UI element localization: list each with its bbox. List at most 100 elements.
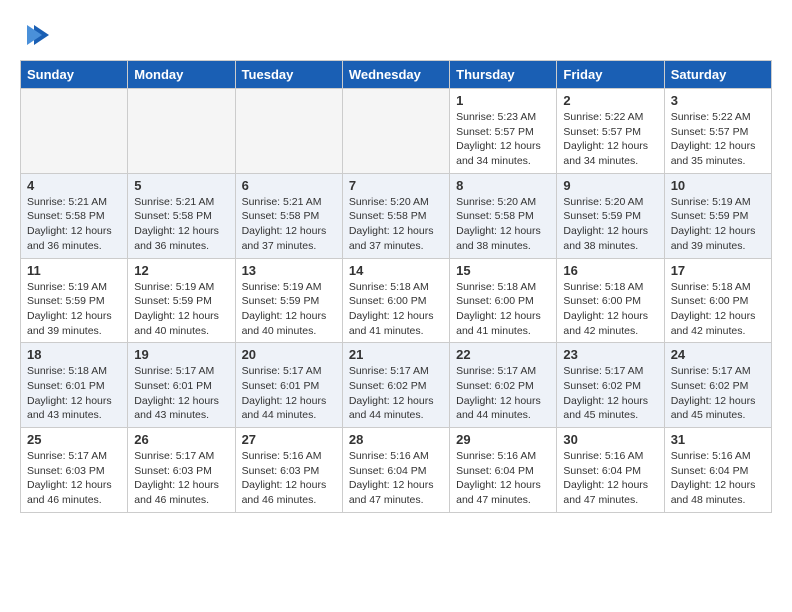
day-info-line: Sunrise: 5:19 AM [242, 281, 322, 293]
day-info-line: and 46 minutes. [27, 494, 102, 506]
day-info-line: Sunrise: 5:16 AM [563, 450, 643, 462]
day-info: Sunrise: 5:17 AMSunset: 6:01 PMDaylight:… [242, 364, 336, 423]
day-info-line: Sunrise: 5:17 AM [456, 365, 536, 377]
day-info-line: Sunset: 6:00 PM [563, 295, 641, 307]
day-info-line: Sunrise: 5:20 AM [563, 196, 643, 208]
day-info-line: Sunrise: 5:17 AM [134, 365, 214, 377]
day-info-line: Sunrise: 5:20 AM [456, 196, 536, 208]
day-number: 1 [456, 93, 550, 108]
day-info-line: Sunset: 6:01 PM [134, 380, 212, 392]
day-info-line: Sunset: 6:02 PM [671, 380, 749, 392]
day-cell [128, 89, 235, 174]
day-info-line: Sunset: 5:58 PM [134, 210, 212, 222]
page-header [20, 20, 772, 50]
day-info-line: Sunset: 6:02 PM [349, 380, 427, 392]
day-cell [21, 89, 128, 174]
day-info-line: Sunrise: 5:19 AM [134, 281, 214, 293]
day-info-line: Sunrise: 5:16 AM [671, 450, 751, 462]
day-info-line: Sunrise: 5:20 AM [349, 196, 429, 208]
day-info-line: and 34 minutes. [563, 155, 638, 167]
day-info-line: Daylight: 12 hours [27, 310, 112, 322]
day-info-line: Daylight: 12 hours [134, 479, 219, 491]
day-info-line: Daylight: 12 hours [27, 225, 112, 237]
day-info-line: Daylight: 12 hours [563, 225, 648, 237]
day-cell: 15Sunrise: 5:18 AMSunset: 6:00 PMDayligh… [450, 258, 557, 343]
day-info-line: and 40 minutes. [134, 325, 209, 337]
column-header-tuesday: Tuesday [235, 61, 342, 89]
day-number: 15 [456, 263, 550, 278]
day-cell: 3Sunrise: 5:22 AMSunset: 5:57 PMDaylight… [664, 89, 771, 174]
day-info-line: Sunset: 5:57 PM [456, 126, 534, 138]
day-number: 20 [242, 347, 336, 362]
day-cell: 29Sunrise: 5:16 AMSunset: 6:04 PMDayligh… [450, 428, 557, 513]
day-number: 16 [563, 263, 657, 278]
day-info: Sunrise: 5:20 AMSunset: 5:58 PMDaylight:… [456, 195, 550, 254]
day-number: 26 [134, 432, 228, 447]
day-number: 23 [563, 347, 657, 362]
header-row: SundayMondayTuesdayWednesdayThursdayFrid… [21, 61, 772, 89]
day-info-line: Sunset: 5:58 PM [242, 210, 320, 222]
day-info-line: Sunrise: 5:22 AM [671, 111, 751, 123]
day-cell: 20 Sunrise: 5:17 AMSunset: 6:01 PMDayligh… [235, 343, 342, 428]
week-row-4: 18Sunrise: 5:18 AMSunset: 6:01 PMDayligh… [21, 343, 772, 428]
day-info-line: and 42 minutes. [563, 325, 638, 337]
day-cell: 17Sunrise: 5:18 AMSunset: 6:00 PMDayligh… [664, 258, 771, 343]
day-info-line: Daylight: 12 hours [134, 310, 219, 322]
day-cell: 18Sunrise: 5:18 AMSunset: 6:01 PMDayligh… [21, 343, 128, 428]
column-header-wednesday: Wednesday [342, 61, 449, 89]
day-info-line: Sunset: 6:00 PM [671, 295, 749, 307]
day-number: 17 [671, 263, 765, 278]
day-info-line: and 47 minutes. [456, 494, 531, 506]
day-info-line: and 44 minutes. [456, 409, 531, 421]
day-cell: 4Sunrise: 5:21 AMSunset: 5:58 PMDaylight… [21, 173, 128, 258]
day-info-line: Daylight: 12 hours [134, 395, 219, 407]
day-number: 11 [27, 263, 121, 278]
day-cell: 21Sunrise: 5:17 AMSunset: 6:02 PMDayligh… [342, 343, 449, 428]
day-info-line: and 43 minutes. [134, 409, 209, 421]
day-info-line: Daylight: 12 hours [563, 140, 648, 152]
day-info-line: and 41 minutes. [456, 325, 531, 337]
day-info-line: Daylight: 12 hours [671, 479, 756, 491]
day-info-line: Sunset: 6:04 PM [563, 465, 641, 477]
column-header-saturday: Saturday [664, 61, 771, 89]
day-info-line: Sunset: 6:01 PM [27, 380, 105, 392]
day-info-line: Daylight: 12 hours [563, 479, 648, 491]
day-number: 30 [563, 432, 657, 447]
day-info-line: and 44 minutes. [242, 409, 317, 421]
day-info-line: Sunrise: 5:17 AM [563, 365, 643, 377]
day-info-line: Sunrise: 5:16 AM [242, 450, 322, 462]
day-info-line: Daylight: 12 hours [456, 140, 541, 152]
day-info-line: and 40 minutes. [242, 325, 317, 337]
day-info-line: Daylight: 12 hours [27, 479, 112, 491]
day-info-line: Sunrise: 5:18 AM [456, 281, 536, 293]
day-info-line: Sunrise: 5:17 AM [242, 365, 322, 377]
day-info: Sunrise: 5:17 AMSunset: 6:02 PMDaylight:… [671, 364, 765, 423]
day-info-line: Sunset: 6:03 PM [27, 465, 105, 477]
day-info-line: Sunset: 5:59 PM [671, 210, 749, 222]
day-info-line: Sunrise: 5:21 AM [242, 196, 322, 208]
day-info: Sunrise: 5:17 AMSunset: 6:02 PMDaylight:… [563, 364, 657, 423]
day-cell: 31Sunrise: 5:16 AMSunset: 6:04 PMDayligh… [664, 428, 771, 513]
day-info-line: and 39 minutes. [27, 325, 102, 337]
day-info: Sunrise: 5:16 AM Sunset: 6:04 PM Daylight:… [671, 449, 765, 508]
day-number: 6 [242, 178, 336, 193]
day-info-line: Sunrise: 5:18 AM [563, 281, 643, 293]
day-number: 28 [349, 432, 443, 447]
day-info-line: Sunset: 6:00 PM [349, 295, 427, 307]
day-info-line: Daylight: 12 hours [671, 140, 756, 152]
day-info-line: Sunrise: 5:19 AM [671, 196, 751, 208]
day-info-line: Daylight: 12 hours [242, 395, 327, 407]
day-info-line: Sunset: 6:04 PM [671, 465, 749, 477]
day-cell: 2Sunrise: 5:22 AMSunset: 5:57 PMDaylight… [557, 89, 664, 174]
day-info: Sunrise: 5:16 AM Sunset: 6:04 PM Daylight:… [563, 449, 657, 508]
day-info-line: Daylight: 12 hours [563, 310, 648, 322]
day-info: Sunrise: 5:23 AMSunset: 5:57 PMDaylight:… [456, 110, 550, 169]
day-info: Sunrise: 5:20 AMSunset: 5:59 PMDaylight:… [563, 195, 657, 254]
day-info-line: and 35 minutes. [671, 155, 746, 167]
column-header-friday: Friday [557, 61, 664, 89]
day-cell: 30 Sunrise: 5:16 AM Sunset: 6:04 PM Dayligh… [557, 428, 664, 513]
day-cell: 10Sunrise: 5:19 AMSunset: 5:59 PMDayligh… [664, 173, 771, 258]
day-cell: 28Sunrise: 5:16 AMSunset: 6:04 PMDayligh… [342, 428, 449, 513]
day-info: Sunrise: 5:21 AMSunset: 5:58 PMDaylight:… [242, 195, 336, 254]
day-number: 9 [563, 178, 657, 193]
